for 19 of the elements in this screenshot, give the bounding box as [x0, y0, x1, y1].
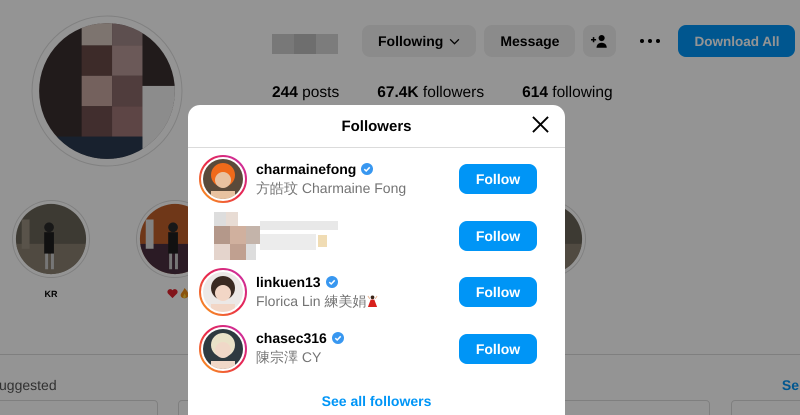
username[interactable]: chasec316 [256, 330, 327, 346]
dialog-title: Followers [341, 118, 412, 134]
username[interactable]: linkuen13 [256, 274, 321, 290]
highlight-label: KR [44, 289, 58, 299]
suggested-heading: uggested [0, 377, 57, 393]
full-name: 陳宗澤 CY [256, 349, 322, 368]
follow-button[interactable]: Follow [459, 164, 537, 194]
follow-button[interactable]: Follow [459, 220, 537, 251]
stat-count[interactable]: 614 following [522, 84, 613, 102]
profile-button[interactable]: Following [362, 25, 476, 57]
stat-count[interactable]: 244 posts [272, 84, 340, 102]
username[interactable]: charmainefong [256, 160, 356, 177]
full-name: Florica Lin 練美娟 [256, 292, 366, 311]
stat-count[interactable]: 67.4K followers [377, 84, 484, 102]
follow-button[interactable]: Follow [459, 334, 537, 364]
profile-button[interactable]: Message [484, 25, 576, 57]
full-name: 方皓玟 Charmaine Fong [256, 180, 406, 198]
see-all-followers-link[interactable]: See all followers [322, 393, 432, 409]
follow-button[interactable]: Follow [459, 277, 537, 308]
